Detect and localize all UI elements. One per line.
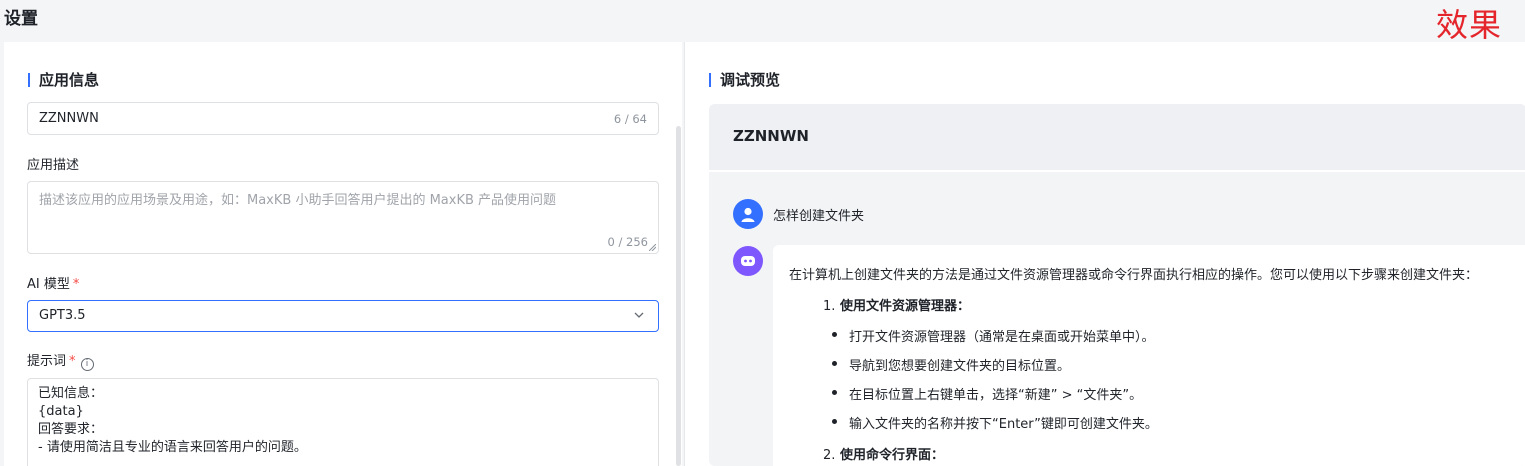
bullet-dot — [832, 361, 837, 366]
prompt-line: 已知信息： — [38, 386, 104, 401]
step-title-text: 使用文件资源管理器： — [839, 299, 970, 314]
app-info-heading: 应用信息 — [28, 69, 99, 90]
list-item: 打开文件资源管理器（通常是在桌面或开始菜单中）。 — [832, 326, 1155, 345]
prompt-line: {data} — [38, 404, 84, 419]
chat-app-name: ZZNNWN — [733, 127, 809, 145]
list-item-text: 在目标位置上右键单击，选择“新建” > “文件夹”。 — [849, 388, 1143, 403]
app-description-label: 应用描述 — [27, 158, 80, 173]
chat-preview: ZZNNWN 怎样创建文件夹 在计算机上创建文件夹的方法是通过文件资源管理器或命… — [709, 104, 1525, 466]
debug-preview-title: 调试预览 — [720, 71, 781, 89]
app-description-textarea[interactable]: 描述该应用的应用场景及用途，如：MaxKB 小助手回答用户提出的 MaxKB 产… — [27, 181, 659, 254]
debug-preview-panel: 调试预览 ZZNNWN 怎样创建文件夹 在计算机上创建文件夹的方法是通过文件资源… — [684, 42, 1525, 466]
chat-header: ZZNNWN — [709, 104, 1525, 172]
ai-model-value: GPT3.5 — [39, 308, 86, 323]
step-title: 1. 使用文件资源管理器： — [823, 295, 970, 314]
info-icon[interactable]: i — [80, 357, 94, 371]
app-name-counter: 6 / 64 — [613, 112, 647, 126]
list-item-text: 导航到您想要创建文件夹的目标位置。 — [849, 359, 1071, 374]
step-title-text: 使用命令行界面： — [839, 448, 944, 463]
user-avatar-icon — [733, 199, 763, 229]
effect-watermark: 效果 — [1436, 6, 1503, 44]
list-item-text: 输入文件夹的名称并按下“Enter”键即可创建文件夹。 — [849, 417, 1158, 432]
settings-panel: 应用信息 ZZNNWN 6 / 64 应用描述 描述该应用的应用场景及用途，如：… — [4, 42, 682, 466]
prompt-content: 已知信息： {data} 回答要求： - 请使用简洁且专业的语言来回答用户的问题… — [38, 385, 307, 457]
user-question: 怎样创建文件夹 — [773, 209, 865, 224]
prompt-line: - 请使用简洁且专业的语言来回答用户的问题。 — [38, 440, 307, 455]
chevron-down-icon — [634, 312, 644, 318]
section-accent-bar — [709, 72, 711, 87]
required-mark: * — [72, 277, 80, 292]
list-item: 输入文件夹的名称并按下“Enter”键即可创建文件夹。 — [832, 413, 1158, 432]
answer-intro: 在计算机上创建文件夹的方法是通过文件资源管理器或命令行界面执行相应的操作。您可以… — [789, 268, 1479, 283]
ai-model-label: AI 模型 * — [27, 273, 79, 292]
bullet-dot — [832, 419, 837, 424]
app-description-counter: 0 / 256 — [607, 235, 648, 249]
prompt-label-text: 提示词 — [27, 354, 67, 369]
step-title: 2. 使用命令行界面： — [823, 444, 944, 463]
app-name-input[interactable]: ZZNNWN 6 / 64 — [27, 102, 659, 135]
ai-model-select[interactable]: GPT3.5 — [27, 300, 659, 332]
app-name-value: ZZNNWN — [39, 111, 99, 126]
page-title: 设置 — [4, 9, 38, 29]
list-item-text: 打开文件资源管理器（通常是在桌面或开始菜单中）。 — [849, 330, 1155, 345]
debug-preview-heading: 调试预览 — [709, 69, 780, 90]
prompt-textarea[interactable]: 已知信息： {data} 回答要求： - 请使用简洁且专业的语言来回答用户的问题… — [27, 378, 659, 466]
required-mark: * — [69, 354, 76, 369]
section-accent-bar — [28, 72, 30, 87]
app-info-title: 应用信息 — [39, 71, 100, 89]
bot-avatar-icon — [733, 246, 763, 276]
resize-handle-icon[interactable] — [649, 244, 656, 251]
step-number: 2. — [823, 448, 836, 463]
panel-scrollbar[interactable] — [676, 126, 681, 466]
list-item: 导航到您想要创建文件夹的目标位置。 — [832, 355, 1071, 374]
bullet-dot — [832, 332, 837, 337]
prompt-line: 回答要求： — [38, 422, 104, 437]
ai-model-label-text: AI 模型 — [27, 277, 70, 292]
bot-answer: 在计算机上创建文件夹的方法是通过文件资源管理器或命令行界面执行相应的操作。您可以… — [773, 245, 1525, 466]
list-item: 在目标位置上右键单击，选择“新建” > “文件夹”。 — [832, 384, 1143, 403]
prompt-label: 提示词 * i — [27, 350, 94, 371]
bullet-dot — [832, 390, 837, 395]
app-description-placeholder: 描述该应用的应用场景及用途，如：MaxKB 小助手回答用户提出的 MaxKB 产… — [39, 193, 557, 208]
step-number: 1. — [823, 299, 836, 314]
